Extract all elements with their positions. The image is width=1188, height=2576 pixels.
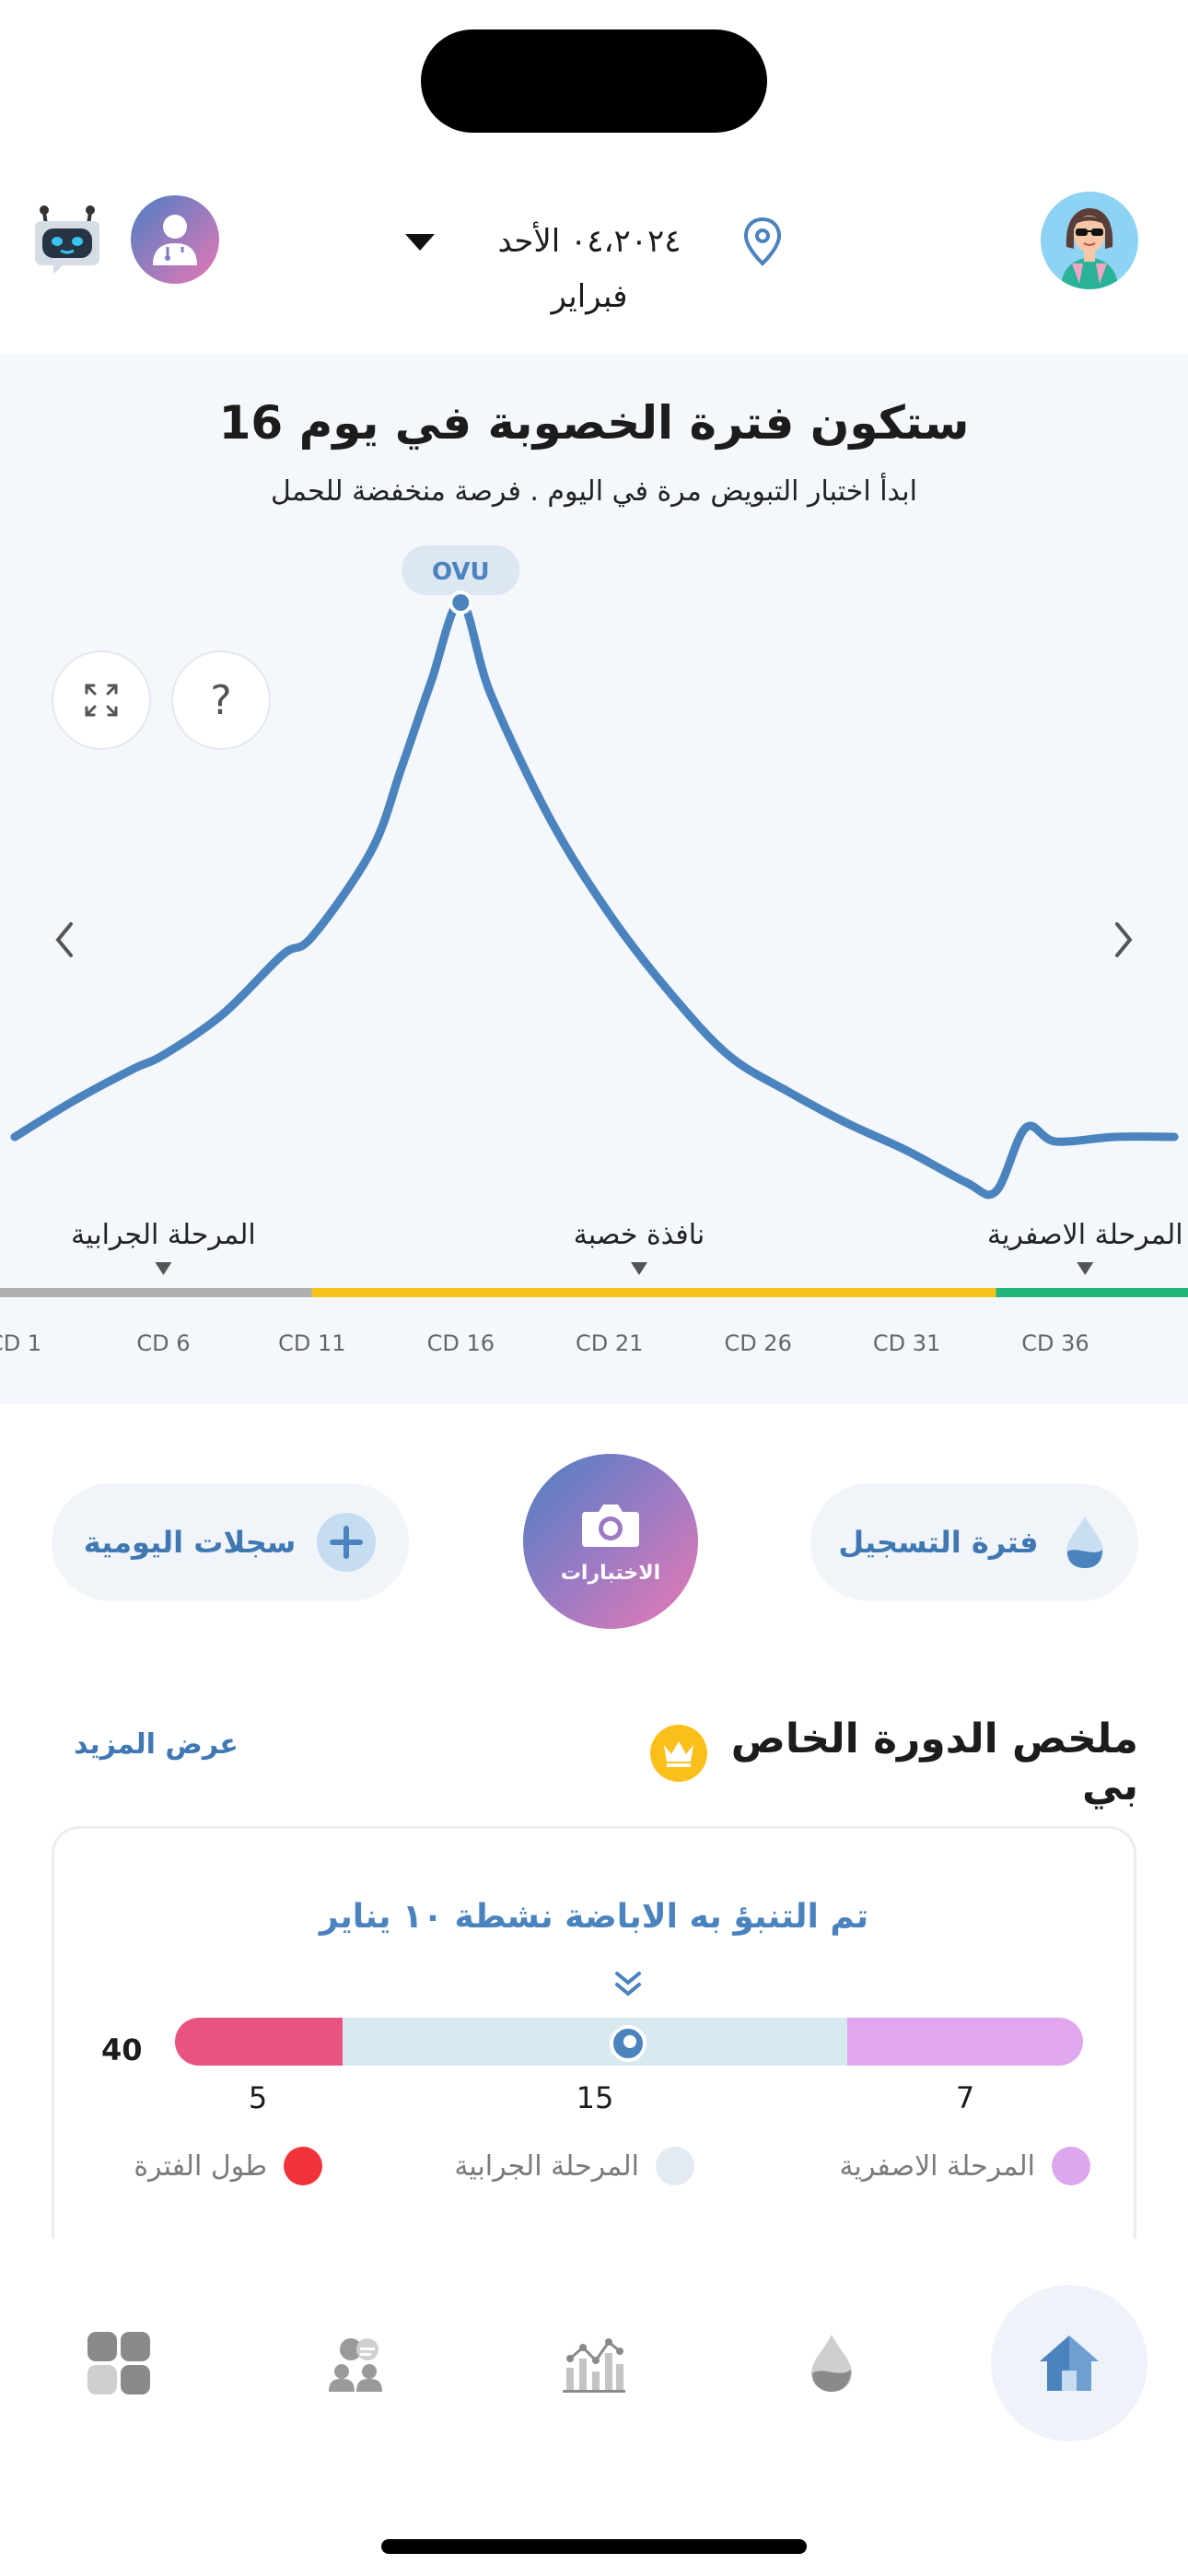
legend-follicular: المرحلة الجرابية <box>427 2143 694 2189</box>
legend-follicular-label: المرحلة الجرابية <box>454 2149 639 2183</box>
chevron-down-icon[interactable] <box>402 228 438 256</box>
phase-bar <box>311 1288 996 1297</box>
x-tick-label: CD 11 <box>278 1330 345 1356</box>
x-tick-label: CD 1 <box>0 1330 41 1356</box>
current-day-marker <box>610 2025 646 2062</box>
tab-community[interactable] <box>278 2285 435 2441</box>
expand-icon <box>85 684 118 717</box>
follicular-days-value: 15 <box>576 2080 614 2115</box>
x-tick-label: CD 16 <box>427 1330 495 1356</box>
cycle-summary-title: ملخص الدورة الخاص بي <box>730 1715 1138 1809</box>
user-avatar[interactable] <box>1041 192 1138 289</box>
tab-more[interactable] <box>41 2285 197 2441</box>
fertility-chart: المرحلة الجرابية نافذة خصبة المرحلة الاصفر… <box>0 545 1188 1356</box>
see-more-link[interactable]: عرض المزيد <box>74 1728 258 1761</box>
chatbot-icon[interactable] <box>26 199 109 282</box>
tests-label: الاختبارات <box>560 1561 661 1585</box>
legend-period: طول الفترة <box>101 2143 322 2189</box>
phase-label: نافذة خصبة <box>574 1219 705 1251</box>
analysis-chart-icon <box>563 2338 625 2393</box>
drop-icon <box>811 2335 852 2392</box>
legend-period-label: طول الفترة <box>134 2149 267 2183</box>
log-period-label: فترة التسجيل <box>838 1525 1039 1560</box>
phase-bar <box>996 1288 1188 1297</box>
grid-icon <box>87 2332 150 2395</box>
doctor-avatar[interactable] <box>131 195 219 284</box>
phase-marker-icon <box>631 1262 647 1275</box>
phase-bar <box>0 1288 312 1297</box>
fertility-subtitle: ابدأ اختبار التبويض مرة في اليوم . فرصة … <box>271 475 917 508</box>
fertility-title: ستكون فترة الخصوبة في يوم 16 <box>218 396 970 450</box>
period-days-value: 5 <box>248 2080 268 2115</box>
chevron-right-icon <box>1115 922 1133 957</box>
ovulation-peak-point <box>448 591 473 615</box>
previous-day-button[interactable] <box>28 875 101 1004</box>
cycle-length-value: 40 <box>101 2032 143 2067</box>
drop-icon <box>1066 1516 1103 1568</box>
period-segment <box>175 2018 343 2066</box>
x-tick-label: CD 6 <box>136 1330 190 1356</box>
camera-icon <box>582 1504 639 1547</box>
double-chevron-down-icon <box>611 1968 645 2001</box>
tests-button[interactable]: الاختبارات <box>523 1454 698 1629</box>
date-selector[interactable]: ٠٤،٢٠٢٤ الأحد فبراير <box>460 214 718 315</box>
legend-luteal-label: المرحلة الاصفرية <box>839 2149 1035 2183</box>
phase-label: المرحلة الجرابية <box>71 1219 256 1251</box>
chevron-left-icon <box>55 922 73 957</box>
tab-analysis[interactable] <box>516 2285 672 2441</box>
ovulation-prediction-text: تم التنبؤ به الاباضة نشطة ١٠ يناير <box>319 1898 869 1936</box>
phase-marker-icon <box>1077 1262 1094 1275</box>
follicular-segment <box>343 2018 847 2066</box>
home-indicator <box>381 2539 807 2554</box>
daily-logs-label: سجلات اليومية <box>83 1525 297 1560</box>
community-icon <box>329 2338 382 2392</box>
luteal-days-value: 7 <box>955 2080 975 2115</box>
plus-icon <box>317 1513 377 1572</box>
tab-home[interactable] <box>991 2285 1147 2441</box>
luteal-segment <box>847 2018 1083 2066</box>
crown-icon <box>650 1725 707 1782</box>
location-pin-icon[interactable] <box>737 214 788 269</box>
dynamic-island <box>421 29 767 133</box>
legend-luteal-dot <box>1052 2147 1090 2185</box>
log-period-button[interactable]: فترة التسجيل <box>810 1483 1138 1601</box>
x-tick-label: CD 21 <box>576 1330 643 1356</box>
legend-luteal: المرحلة الاصفرية <box>805 2143 1090 2189</box>
x-tick-label: CD 26 <box>724 1330 791 1356</box>
home-icon <box>1040 2336 1099 2391</box>
ovulation-peak-label: OVU <box>432 558 490 586</box>
legend-follicular-dot <box>656 2147 694 2185</box>
daily-logs-button[interactable]: سجلات اليومية <box>52 1483 409 1601</box>
tab-cycle[interactable] <box>753 2285 910 2441</box>
x-tick-label: CD 36 <box>1021 1330 1089 1356</box>
expand-button[interactable] <box>52 650 151 750</box>
phase-marker-icon <box>155 1262 172 1275</box>
x-tick-label: CD 31 <box>873 1330 940 1356</box>
phase-label: المرحلة الاصفرية <box>987 1219 1183 1251</box>
help-button[interactable]: ? <box>171 650 271 750</box>
legend-period-dot <box>284 2147 322 2185</box>
next-day-button[interactable] <box>1087 875 1160 1004</box>
